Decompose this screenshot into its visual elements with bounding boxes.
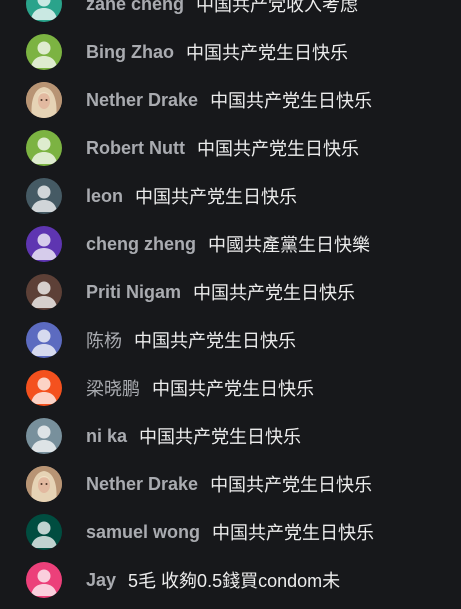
photo-avatar-icon — [26, 82, 62, 118]
author-name[interactable]: Nether Drake — [86, 474, 198, 495]
message-line: Priti Nigam 中国共产党生日快乐 — [86, 280, 355, 304]
message-text: 中国共产党生日快乐 — [134, 331, 296, 351]
person-icon — [31, 521, 57, 548]
message-line: Nether Drake 中国共产党生日快乐 — [86, 472, 372, 496]
author-avatar[interactable] — [26, 178, 62, 214]
author-name[interactable]: samuel wong — [86, 522, 200, 543]
author-avatar[interactable] — [26, 274, 62, 310]
message-text: 中國共產黨生日快樂 — [208, 235, 371, 255]
author-name[interactable]: Jay — [86, 570, 116, 591]
message-text: 中国共产党生日快乐 — [212, 523, 375, 543]
person-icon — [31, 377, 57, 404]
message-line: leon 中国共产党生日快乐 — [86, 184, 297, 208]
author-name[interactable]: Nether Drake — [86, 90, 198, 111]
message-text: 中国共产党生日快乐 — [139, 427, 302, 447]
photo-avatar-icon — [26, 466, 62, 502]
chat-message-row[interactable]: Bing Zhao 中国共产党生日快乐 — [0, 28, 461, 76]
message-text: 中国共产党生日快乐 — [193, 283, 356, 303]
author-name[interactable]: leon — [86, 186, 123, 207]
author-avatar[interactable] — [26, 466, 62, 502]
chat-message-row[interactable]: zane cheng 中国共产党收入考虑 — [0, 0, 461, 28]
message-line: Bing Zhao 中国共产党生日快乐 — [86, 40, 348, 64]
message-text: 中国共产党生日快乐 — [152, 379, 314, 399]
person-icon — [31, 425, 57, 452]
chat-message-row[interactable]: Jay 5毛 收夠0.5錢買condom未 — [0, 556, 461, 604]
message-line: ni ka 中国共产党生日快乐 — [86, 424, 301, 448]
person-icon — [31, 281, 57, 308]
author-name[interactable]: 陈杨 — [86, 327, 122, 353]
chat-message-row[interactable]: Nether Drake 中国共产党生日快乐 — [0, 76, 461, 124]
message-text: 中国共产党生日快乐 — [210, 91, 373, 111]
person-icon — [31, 329, 57, 356]
author-name[interactable]: Bing Zhao — [86, 42, 174, 63]
author-name[interactable]: ni ka — [86, 426, 127, 447]
message-text: 中国共产党生日快乐 — [135, 187, 298, 207]
person-icon — [31, 41, 57, 68]
author-name[interactable]: zane cheng — [86, 0, 184, 15]
message-text: 5毛 收夠0.5錢買condom未 — [128, 571, 341, 591]
message-line: cheng zheng 中國共產黨生日快樂 — [86, 232, 370, 256]
author-avatar[interactable] — [26, 370, 62, 406]
message-text: 中国共产党生日快乐 — [210, 475, 373, 495]
chat-message-row[interactable]: ni ka 中国共产党生日快乐 — [0, 412, 461, 460]
person-icon — [31, 0, 57, 20]
person-icon — [31, 185, 57, 212]
message-line: Robert Nutt 中国共产党生日快乐 — [86, 136, 359, 160]
author-avatar[interactable] — [26, 562, 62, 598]
author-avatar[interactable] — [26, 130, 62, 166]
message-text: 中国共产党生日快乐 — [186, 43, 348, 63]
message-line: samuel wong 中国共产党生日快乐 — [86, 520, 374, 544]
message-line: Jay 5毛 收夠0.5錢買condom未 — [86, 568, 340, 592]
message-line: zane cheng 中国共产党收入考虑 — [86, 0, 358, 16]
author-name[interactable]: Robert Nutt — [86, 138, 185, 159]
chat-message-row[interactable]: Nether Drake 中国共产党生日快乐 — [0, 460, 461, 508]
author-avatar[interactable] — [26, 418, 62, 454]
chat-message-row[interactable]: Priti Nigam 中国共产党生日快乐 — [0, 268, 461, 316]
author-avatar[interactable] — [26, 82, 62, 118]
message-line: Nether Drake 中国共产党生日快乐 — [86, 88, 372, 112]
person-icon — [31, 137, 57, 164]
author-name[interactable]: Priti Nigam — [86, 282, 181, 303]
chat-message-row[interactable]: samuel wong 中国共产党生日快乐 — [0, 508, 461, 556]
author-name[interactable]: cheng zheng — [86, 234, 196, 255]
person-icon — [31, 569, 57, 596]
message-text: 中国共产党生日快乐 — [196, 139, 359, 159]
message-line: 梁晓鹏 中国共产党生日快乐 — [86, 376, 314, 400]
person-icon — [31, 233, 57, 260]
chat-message-row[interactable]: 梁晓鹏 中国共产党生日快乐 — [0, 364, 461, 412]
message-text: 中国共产党收入考虑 — [196, 0, 359, 15]
author-name[interactable]: 梁晓鹏 — [86, 375, 140, 401]
chat-message-row[interactable]: 陈杨 中国共产党生日快乐 — [0, 316, 461, 364]
message-line: 陈杨 中国共产党生日快乐 — [86, 328, 296, 352]
chat-message-row[interactable]: Robert Nutt 中国共产党生日快乐 — [0, 124, 461, 172]
author-avatar[interactable] — [26, 0, 62, 22]
author-avatar[interactable] — [26, 34, 62, 70]
author-avatar[interactable] — [26, 514, 62, 550]
chat-message-row[interactable]: leon 中国共产党生日快乐 — [0, 172, 461, 220]
chat-message-list: zane cheng 中国共产党收入考虑 Bing Zhao 中国共产党生日快乐 Net… — [0, 0, 461, 609]
author-avatar[interactable] — [26, 226, 62, 262]
chat-message-row[interactable]: cheng zheng 中國共產黨生日快樂 — [0, 220, 461, 268]
author-avatar[interactable] — [26, 322, 62, 358]
